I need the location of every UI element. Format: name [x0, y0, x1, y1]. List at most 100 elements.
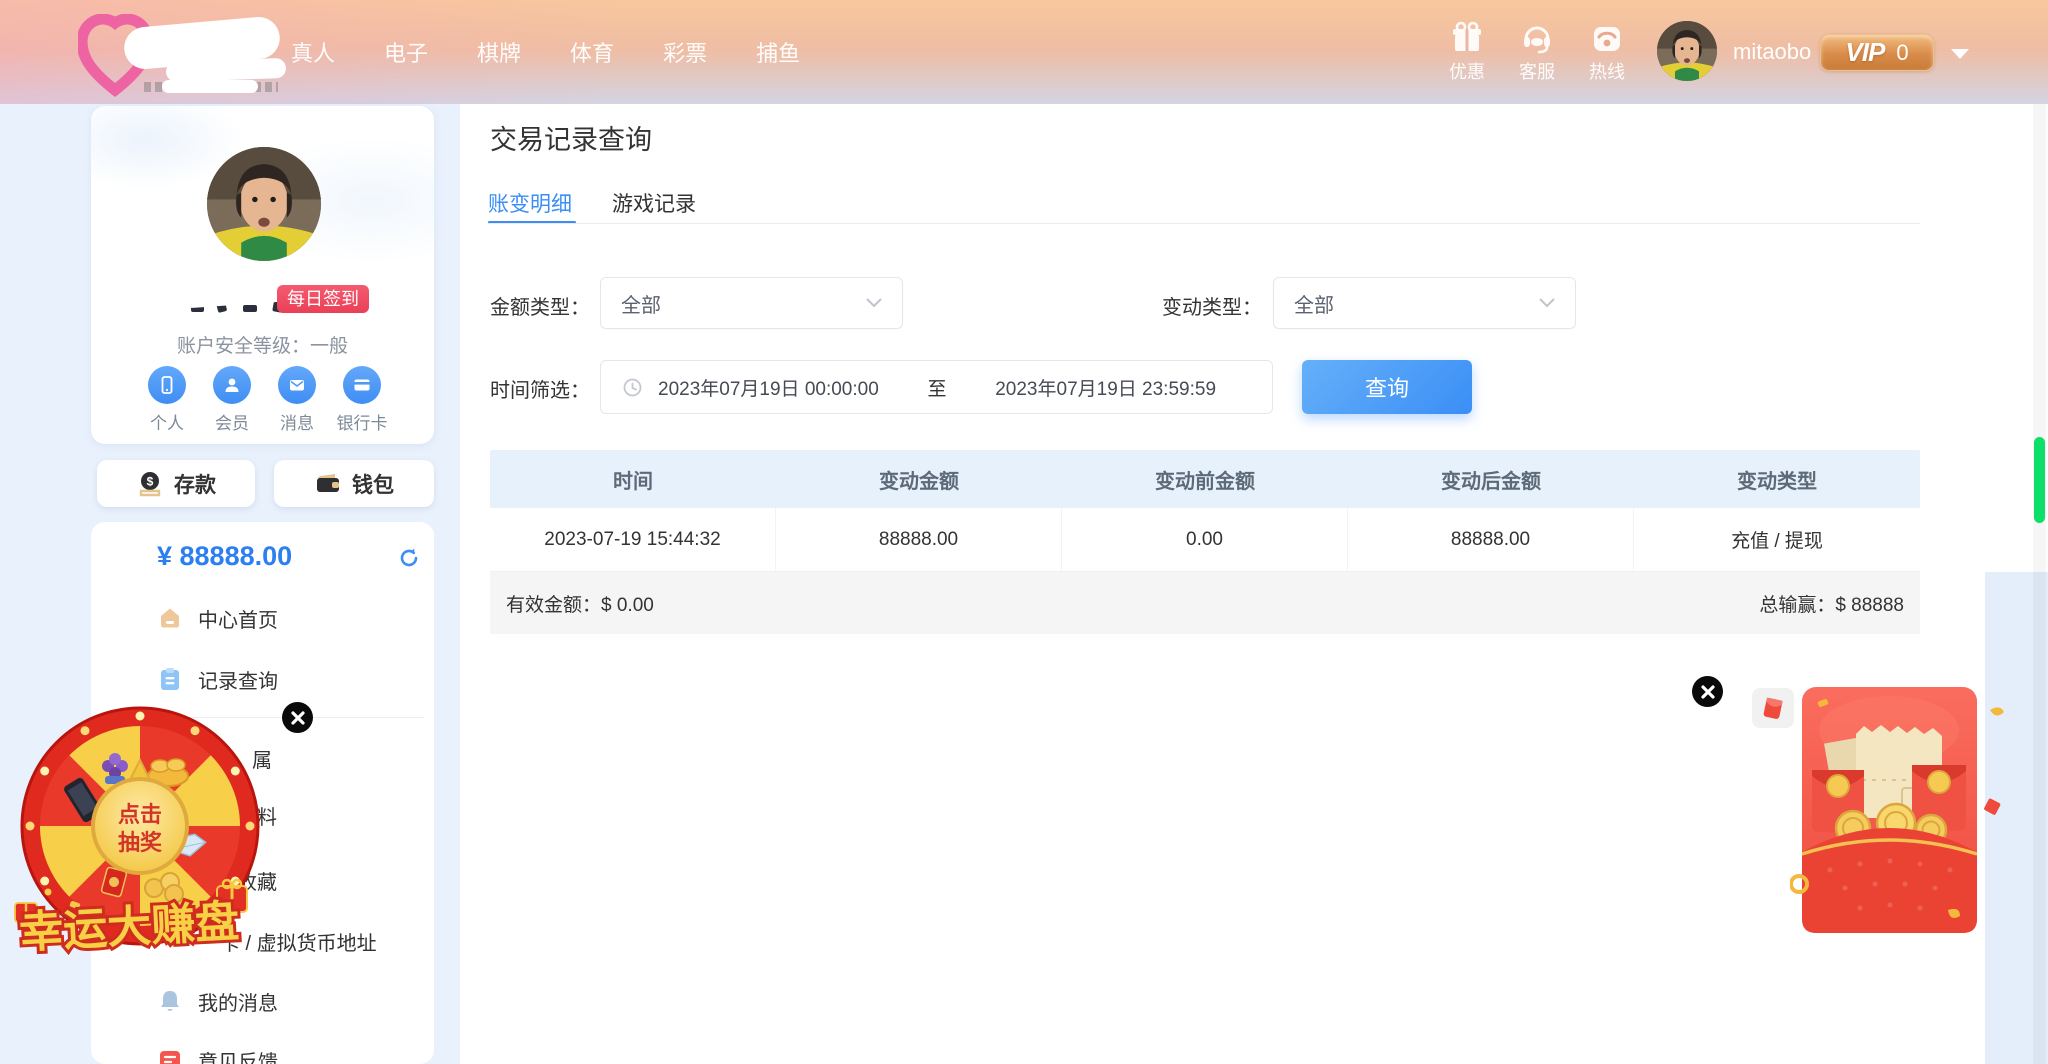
tab-game-records[interactable]: 游戏记录 [612, 188, 696, 218]
user-avatar[interactable] [1657, 21, 1717, 81]
smartphone-icon [157, 375, 177, 395]
header-cell-before-amount: 变动前金额 [1062, 450, 1348, 508]
bell-icon [157, 988, 183, 1014]
logo-scribble-2 [166, 58, 287, 82]
account-security-level: 账户安全等级：一般 [91, 331, 434, 358]
support-label: 客服 [1519, 58, 1555, 84]
wheel-close-button[interactable] [282, 702, 313, 733]
bank-card-icon [352, 375, 372, 395]
balance-amount: ¥ 88888.00 [157, 541, 292, 572]
nav-item-sports[interactable]: 体育 [570, 36, 614, 68]
menu-label: 我的消息 [198, 987, 278, 1016]
scrollbar-thumb[interactable] [2034, 437, 2045, 523]
wallet-icon [314, 470, 342, 498]
deposit-label: 存款 [174, 469, 216, 499]
quick-icon-label: 会员 [200, 409, 264, 434]
site-logo[interactable] [78, 6, 308, 100]
menu-label: 意见反馈 [198, 1046, 278, 1064]
chevron-down-icon [866, 298, 882, 308]
header-cell-change-type: 变动类型 [1634, 450, 1920, 508]
avatar-photo-icon [1657, 21, 1717, 81]
amount-type-value: 全部 [621, 289, 661, 318]
date-range-input[interactable]: 2023年07月19日 00:00:00 至 2023年07月19日 23:59… [600, 360, 1273, 414]
nav-item-slots[interactable]: 电子 [384, 36, 428, 68]
envelope-front-pouch [1802, 828, 1977, 933]
date-separator: 至 [928, 374, 947, 401]
wheel-center-text-line1: 点击 [118, 802, 162, 827]
account-dropdown-caret-icon[interactable] [1951, 49, 1969, 59]
transactions-table: 时间 变动金额 变动前金额 变动后金额 变动类型 2023-07-19 15:4… [490, 450, 1920, 634]
vip-label: VIP [1845, 37, 1884, 68]
headset-icon [1520, 21, 1554, 55]
promos-link[interactable]: 优惠 [1436, 21, 1498, 84]
cell-change-type: 充值 / 提现 [1634, 508, 1920, 571]
total-winloss-summary: 总输赢：$ 88888 [1759, 590, 1904, 617]
gift-icon [1450, 21, 1484, 55]
vip-badge[interactable]: VIP 0 [1820, 34, 1934, 71]
logo-url-scribble [162, 80, 258, 93]
tabs-divider [488, 223, 1920, 224]
wheel-banner-text: 幸运大赚盘 [18, 897, 240, 957]
vip-level: 0 [1896, 40, 1908, 66]
menu-feedback[interactable]: 意见反馈 [91, 1036, 434, 1064]
red-envelope-close-button[interactable] [1692, 676, 1723, 707]
nav-item-chess[interactable]: 棋牌 [477, 36, 521, 68]
table-summary-row: 有效金额：$ 0.00 总输赢：$ 88888 [490, 572, 1920, 634]
main-nav: 真人 电子 棋牌 体育 彩票 捕鱼 [291, 0, 849, 104]
page-title: 交易记录查询 [490, 118, 652, 157]
username: mitaobo [1733, 0, 1811, 104]
nav-item-live[interactable]: 真人 [291, 36, 335, 68]
cell-time: 2023-07-19 15:44:32 [490, 508, 776, 571]
close-icon [291, 711, 305, 725]
menu-center-home[interactable]: 中心首页 [91, 594, 434, 642]
change-type-label: 变动类型： [1162, 291, 1262, 320]
cell-change-amount: 88888.00 [776, 508, 1062, 571]
nav-item-lottery[interactable]: 彩票 [663, 36, 707, 68]
nav-item-fishing[interactable]: 捕鱼 [756, 36, 800, 68]
valid-amount-summary: 有效金额：$ 0.00 [506, 590, 654, 617]
red-envelope-thumbnail[interactable] [1752, 688, 1794, 728]
home-icon [157, 605, 183, 631]
amount-type-select[interactable]: 全部 [600, 277, 903, 329]
header-cell-change-amount: 变动金额 [776, 450, 1062, 508]
tab-account-changes[interactable]: 账变明细 [488, 188, 572, 218]
profile-avatar[interactable] [207, 147, 321, 261]
deposit-coin-icon: $ [136, 470, 164, 498]
phone-icon [1590, 21, 1624, 55]
change-type-value: 全部 [1294, 289, 1334, 318]
table-row: 2023-07-19 15:44:32 88888.00 0.00 88888.… [490, 508, 1920, 572]
quick-icon-label: 银行卡 [330, 409, 394, 434]
hotline-label: 热线 [1589, 58, 1625, 84]
quick-icon-label: 个人 [135, 409, 199, 434]
topbar-quick-links: 优惠 客服 热线 [1436, 0, 1638, 104]
time-filter-label: 时间筛选： [490, 374, 590, 403]
quick-icon-message[interactable]: 消息 [265, 366, 329, 434]
date-end-value: 2023年07月19日 23:59:59 [995, 374, 1216, 401]
amount-type-label: 金额类型： [490, 291, 590, 320]
lucky-wheel-popup[interactable]: 点击 抽奖 幸运大赚盘 [0, 688, 295, 968]
daily-signin-badge[interactable]: 每日签到 [277, 285, 369, 313]
quick-icon-label: 消息 [265, 409, 329, 434]
svg-text:$: $ [147, 474, 154, 488]
refresh-balance-icon[interactable] [398, 547, 420, 569]
support-link[interactable]: 客服 [1506, 21, 1568, 84]
chevron-down-icon [1539, 298, 1555, 308]
quick-icon-member[interactable]: 会员 [200, 366, 264, 434]
deposit-button[interactable]: $ 存款 [97, 460, 255, 507]
menu-label: 中心首页 [198, 604, 278, 633]
wheel-banner: 幸运大赚盘 [18, 897, 240, 957]
red-envelope-popup[interactable] [1790, 660, 2048, 960]
quick-icon-personal[interactable]: 个人 [135, 366, 199, 434]
avatar-photo-icon [207, 147, 321, 261]
menu-my-messages[interactable]: 我的消息 [91, 977, 434, 1025]
red-envelope-mini-icon [1760, 695, 1786, 721]
wallet-button[interactable]: 钱包 [274, 460, 434, 507]
wheel-center-text-line2: 抽奖 [118, 830, 163, 855]
date-start-value: 2023年07月19日 00:00:00 [658, 374, 879, 401]
change-type-select[interactable]: 全部 [1273, 277, 1576, 329]
hotline-link[interactable]: 热线 [1576, 21, 1638, 84]
quick-icon-bank-card[interactable]: 银行卡 [330, 366, 394, 434]
cell-after-amount: 88888.00 [1348, 508, 1634, 571]
query-button[interactable]: 查询 [1302, 360, 1472, 414]
clock-icon [623, 378, 642, 397]
